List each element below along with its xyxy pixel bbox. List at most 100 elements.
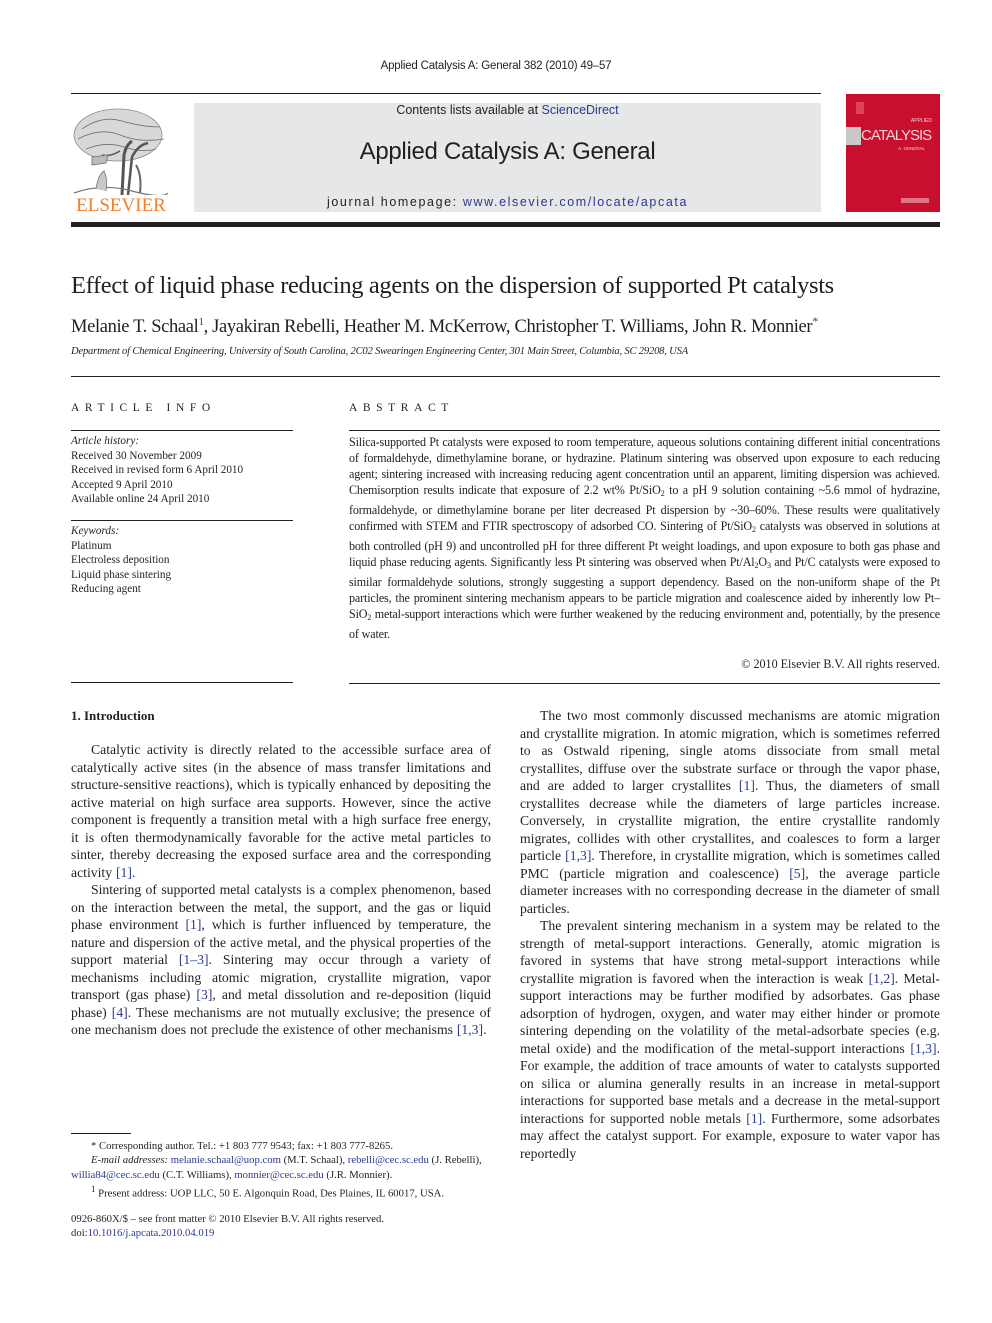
abstract-text: Silica-supported Pt catalysts were expos… [349,434,940,642]
text: . [483,1022,487,1037]
article-info-divider [71,430,293,431]
contents-prefix: Contents lists available at [396,103,542,117]
email-owner: (J.R. Monnier). [326,1168,393,1181]
doi-label: doi: [71,1227,88,1240]
email-owner: (J. Rebelli), [431,1154,482,1167]
keyword-item: Reducing agent [71,583,141,595]
cover-masthead [856,102,864,114]
cover-grey-box [846,127,861,145]
history-item: Accepted 9 April 2010 [71,478,173,491]
article-info-heading: ARTICLE INFO [71,402,216,414]
elsevier-wordmark: ELSEVIER [76,195,166,216]
affiliation: Department of Chemical Engineering, Univ… [71,346,688,357]
homepage-prefix: journal homepage: [327,195,463,209]
author-name: Heather M. McKerrow [343,317,507,338]
text: Catalytic activity is directly related t… [71,742,491,880]
citation-link[interactable]: [1,3] [457,1022,483,1037]
footnote-divider [71,1133,131,1134]
keywords-label: Keywords: [71,525,120,537]
email-link[interactable]: melanie.schaal@uop.com [171,1154,281,1166]
history-item: Received 30 November 2009 [71,449,202,462]
history-item: Available online 24 April 2010 [71,493,210,505]
article-title: Effect of liquid phase reducing agents o… [71,272,834,299]
cover-applied-text: APPLIED [910,118,932,124]
body-column-left: Catalytic activity is directly related t… [71,741,491,1039]
cover-publisher-mark [901,198,929,203]
doi-line: doi:10.1016/j.apcata.2010.04.019 [71,1226,501,1240]
email-link[interactable]: rebelli@cec.sc.edu [348,1154,429,1166]
header-thick-divider [71,222,940,227]
cover-catalysis-text: CATALYSIS [861,127,932,144]
citation-link[interactable]: [1] [185,917,201,932]
footnote-mark: * [91,1140,97,1152]
sciencedirect-link[interactable]: ScienceDirect [542,103,619,117]
history-item: Received in revised form 6 April 2010 [71,464,244,476]
body-column-right: The two most commonly discussed mechanis… [520,707,940,1162]
author-name: Jayakiran Rebelli [212,317,336,338]
paragraph: Catalytic activity is directly related t… [71,741,491,881]
email-note: E-mail addresses: melanie.schaal@uop.com… [71,1153,501,1182]
text: . These mechanisms are not mutually excl… [71,1004,491,1038]
citation-link[interactable]: [1] [116,865,132,880]
header-divider [71,93,821,94]
elsevier-logo[interactable]: ELSEVIER [70,105,172,217]
footnote-text: Corresponding author. Tel.: +1 803 777 9… [99,1140,394,1152]
footnotes: * Corresponding author. Tel.: +1 803 777… [71,1139,501,1201]
abstract-bottom-divider [349,683,940,684]
abstract-divider [349,430,940,431]
footnote-mark: 1 [91,1183,96,1194]
cover-general-text: A: GENERAL [898,146,926,151]
footnote-text: Present address: UOP LLC, 50 E. Algonqui… [98,1187,445,1200]
author-name: Melanie T. Schaal [71,317,199,338]
journal-cover-image[interactable]: APPLIED CATALYSIS A: GENERAL [846,94,940,212]
author-list: Melanie T. Schaal1, Jayakiran Rebelli, H… [71,314,818,338]
journal-header-band: Contents lists available at ScienceDirec… [194,103,821,212]
author-name: John R. Monnier [692,317,813,338]
email-owner: (C.T. Williams), [162,1168,232,1181]
email-label: E-mail addresses: [91,1154,169,1167]
author-footnote-mark[interactable]: 1 [198,316,204,328]
keyword-item: Liquid phase sintering [71,568,172,581]
abstract-segment: metal-support interactions which were fu… [349,607,940,641]
present-address-note: 1 Present address: UOP LLC, 50 E. Algonq… [71,1182,501,1201]
text: . [131,864,136,880]
citation-link[interactable]: [3] [196,987,212,1002]
elsevier-tree-icon [73,108,169,195]
corresponding-author-mark[interactable]: * [812,314,818,328]
citation-link[interactable]: [1] [739,778,755,793]
author-name: Christopher T. Williams [514,317,685,338]
abstract-heading: ABSTRACT [349,402,454,414]
contents-line: Contents lists available at ScienceDirec… [194,103,821,117]
section-heading-introduction: 1. Introduction [71,708,155,723]
email-link[interactable]: willia84@cec.sc.edu [71,1169,160,1181]
doi-link[interactable]: 10.1016/j.apcata.2010.04.019 [88,1227,215,1239]
citation-link[interactable]: [1,3] [565,848,591,863]
keywords: Keywords: Platinum Electroless depositio… [71,524,171,597]
journal-title: Applied Catalysis A: General [359,138,656,165]
citation-link[interactable]: [1,3] [910,1041,936,1056]
paragraph: Sintering of supported metal catalysts i… [71,881,491,1039]
paragraph: The prevalent sintering mechanism in a s… [520,917,940,1162]
email-link[interactable]: monnier@cec.sc.edu [234,1169,323,1181]
journal-citation: Applied Catalysis A: General 382 (2010) … [380,60,612,72]
homepage-line: journal homepage: www.elsevier.com/locat… [194,195,821,209]
citation-link[interactable]: [5] [789,866,805,881]
front-matter: 0926-860X/$ – see front matter © 2010 El… [71,1212,501,1241]
abstract-copyright: © 2010 Elsevier B.V. All rights reserved… [741,657,940,671]
abstract-segment: O [758,555,767,569]
keyword-item: Electroless deposition [71,554,170,566]
citation-link[interactable]: [1,2] [869,971,895,986]
journal-homepage-link[interactable]: www.elsevier.com/locate/apcata [463,195,688,209]
history-label: Article history: [71,435,140,447]
affiliation-divider [71,376,940,377]
citation-link[interactable]: [1–3] [179,952,209,967]
email-owner: (M.T. Schaal), [283,1154,346,1167]
issn-line: 0926-860X/$ – see front matter © 2010 El… [71,1213,385,1225]
corresponding-author-note: * Corresponding author. Tel.: +1 803 777… [71,1139,501,1153]
citation-link[interactable]: [1] [746,1111,762,1126]
citation-link[interactable]: [4] [112,1005,128,1020]
article-history: Article history: Received 30 November 20… [71,434,243,507]
keyword-item: Platinum [71,539,112,552]
article-info-bottom-divider [71,682,293,683]
paragraph: The two most commonly discussed mechanis… [520,707,940,917]
